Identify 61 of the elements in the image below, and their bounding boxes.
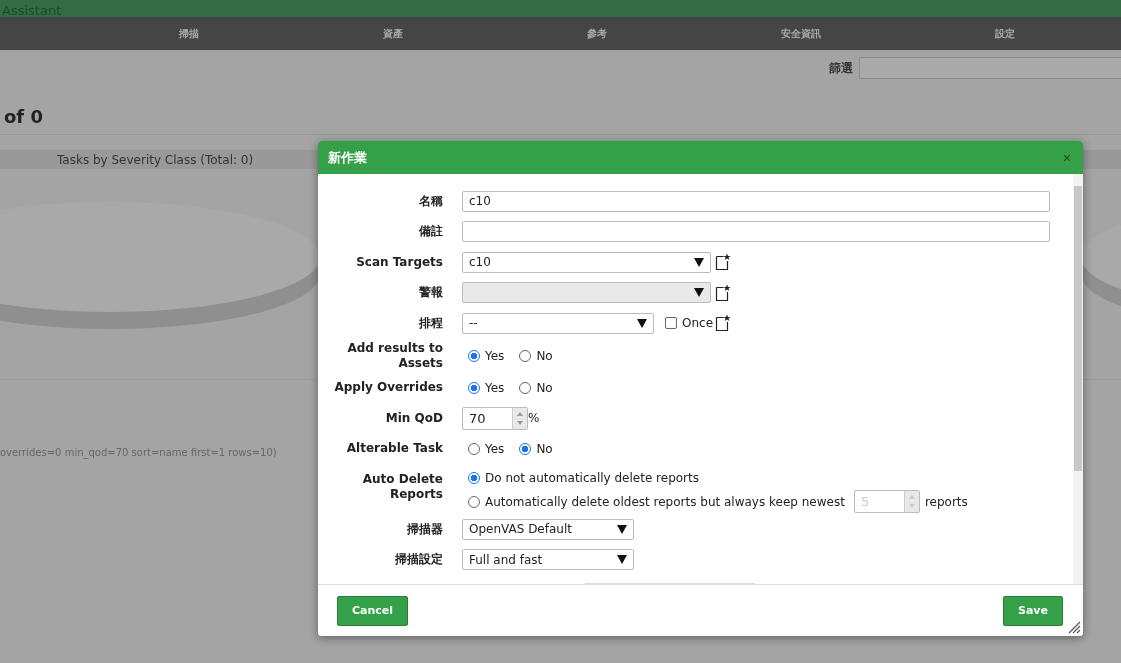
field-label: Alterable Task bbox=[346, 441, 443, 456]
nav-item[interactable]: 參考 bbox=[495, 26, 699, 41]
new-document-icon[interactable] bbox=[715, 253, 731, 272]
nav-item[interactable]: 掃描 bbox=[87, 26, 291, 41]
field-label: Add results to Assets bbox=[347, 340, 443, 370]
save-button[interactable]: Save bbox=[1003, 595, 1063, 626]
field-value: c10 bbox=[469, 194, 491, 209]
resize-grip-icon[interactable] bbox=[1067, 620, 1081, 634]
spinner-arrows-icon[interactable] bbox=[512, 407, 527, 429]
nav-item[interactable]: 設定 bbox=[903, 26, 1107, 41]
dropdown[interactable]: Full and fast bbox=[462, 549, 634, 571]
checkbox[interactable] bbox=[665, 317, 677, 330]
field-label: Auto Delete Reports bbox=[362, 472, 443, 501]
radio-button[interactable] bbox=[468, 472, 480, 484]
field-label: Min QoD bbox=[385, 410, 443, 425]
radio-label: No bbox=[536, 348, 553, 363]
new-document-icon[interactable] bbox=[715, 283, 731, 302]
radio-label: No bbox=[536, 441, 553, 456]
dialog-title: 新作業 bbox=[328, 148, 367, 167]
radio-label: Yes bbox=[485, 441, 505, 456]
filter-summary: overrides=0 min_qod=70 sort=name first=1 rows=10) bbox=[0, 447, 278, 458]
checkbox-label: Once bbox=[682, 316, 714, 331]
field-label: 警報 bbox=[419, 285, 443, 300]
filter-label: 篩選 bbox=[829, 59, 853, 77]
dropdown[interactable]: OpenVAS Default bbox=[462, 518, 634, 540]
dropdown[interactable]: c10 bbox=[462, 251, 711, 273]
field-label: 掃描器 bbox=[407, 521, 443, 536]
field-label: 名稱 bbox=[419, 193, 443, 208]
field-label: Scan Targets bbox=[356, 254, 443, 269]
dropdown-arrow-icon bbox=[617, 555, 627, 565]
radio-label: Automatically delete oldest reports but always keep newest bbox=[485, 494, 845, 509]
radio-button[interactable] bbox=[468, 349, 480, 362]
dropdown-arrow-icon bbox=[637, 318, 647, 328]
radio-label: Yes bbox=[485, 380, 505, 395]
field-label: 排程 bbox=[419, 315, 443, 330]
field-label: Apply Overrides bbox=[334, 380, 443, 395]
text-field[interactable] bbox=[462, 221, 1050, 243]
scrollbar[interactable] bbox=[1073, 174, 1083, 584]
dropdown[interactable]: -- bbox=[462, 312, 654, 334]
close-button[interactable]: × bbox=[1060, 149, 1073, 166]
radio-label: Do not automatically delete reports bbox=[485, 471, 699, 485]
radio-label: No bbox=[536, 380, 553, 395]
dropdown-arrow-icon bbox=[694, 257, 704, 267]
nav-item[interactable]: 資產 bbox=[291, 26, 495, 41]
field-label: 掃描設定 bbox=[395, 552, 443, 567]
number-field[interactable]: 70 bbox=[462, 406, 528, 430]
chart-title: Tasks by Severity Class (Total: 0) bbox=[57, 152, 254, 167]
new-document-icon[interactable] bbox=[715, 314, 732, 333]
radio-button[interactable] bbox=[468, 381, 480, 394]
field-label: 備註 bbox=[419, 224, 443, 239]
dropdown-arrow-icon bbox=[617, 524, 627, 534]
unit-label: reports bbox=[924, 494, 968, 509]
nav-item[interactable]: 安全資訊 bbox=[699, 26, 903, 41]
text-field[interactable]: c10 bbox=[462, 190, 1050, 212]
cancel-button[interactable]: Cancel bbox=[337, 595, 409, 626]
page-heading: of 0 bbox=[0, 106, 1121, 135]
filter-field[interactable] bbox=[859, 57, 1121, 79]
dropdown-arrow-icon bbox=[694, 288, 704, 298]
radio-button[interactable] bbox=[519, 442, 532, 455]
unit-label: % bbox=[528, 411, 540, 426]
radio-label: Yes bbox=[485, 348, 505, 363]
